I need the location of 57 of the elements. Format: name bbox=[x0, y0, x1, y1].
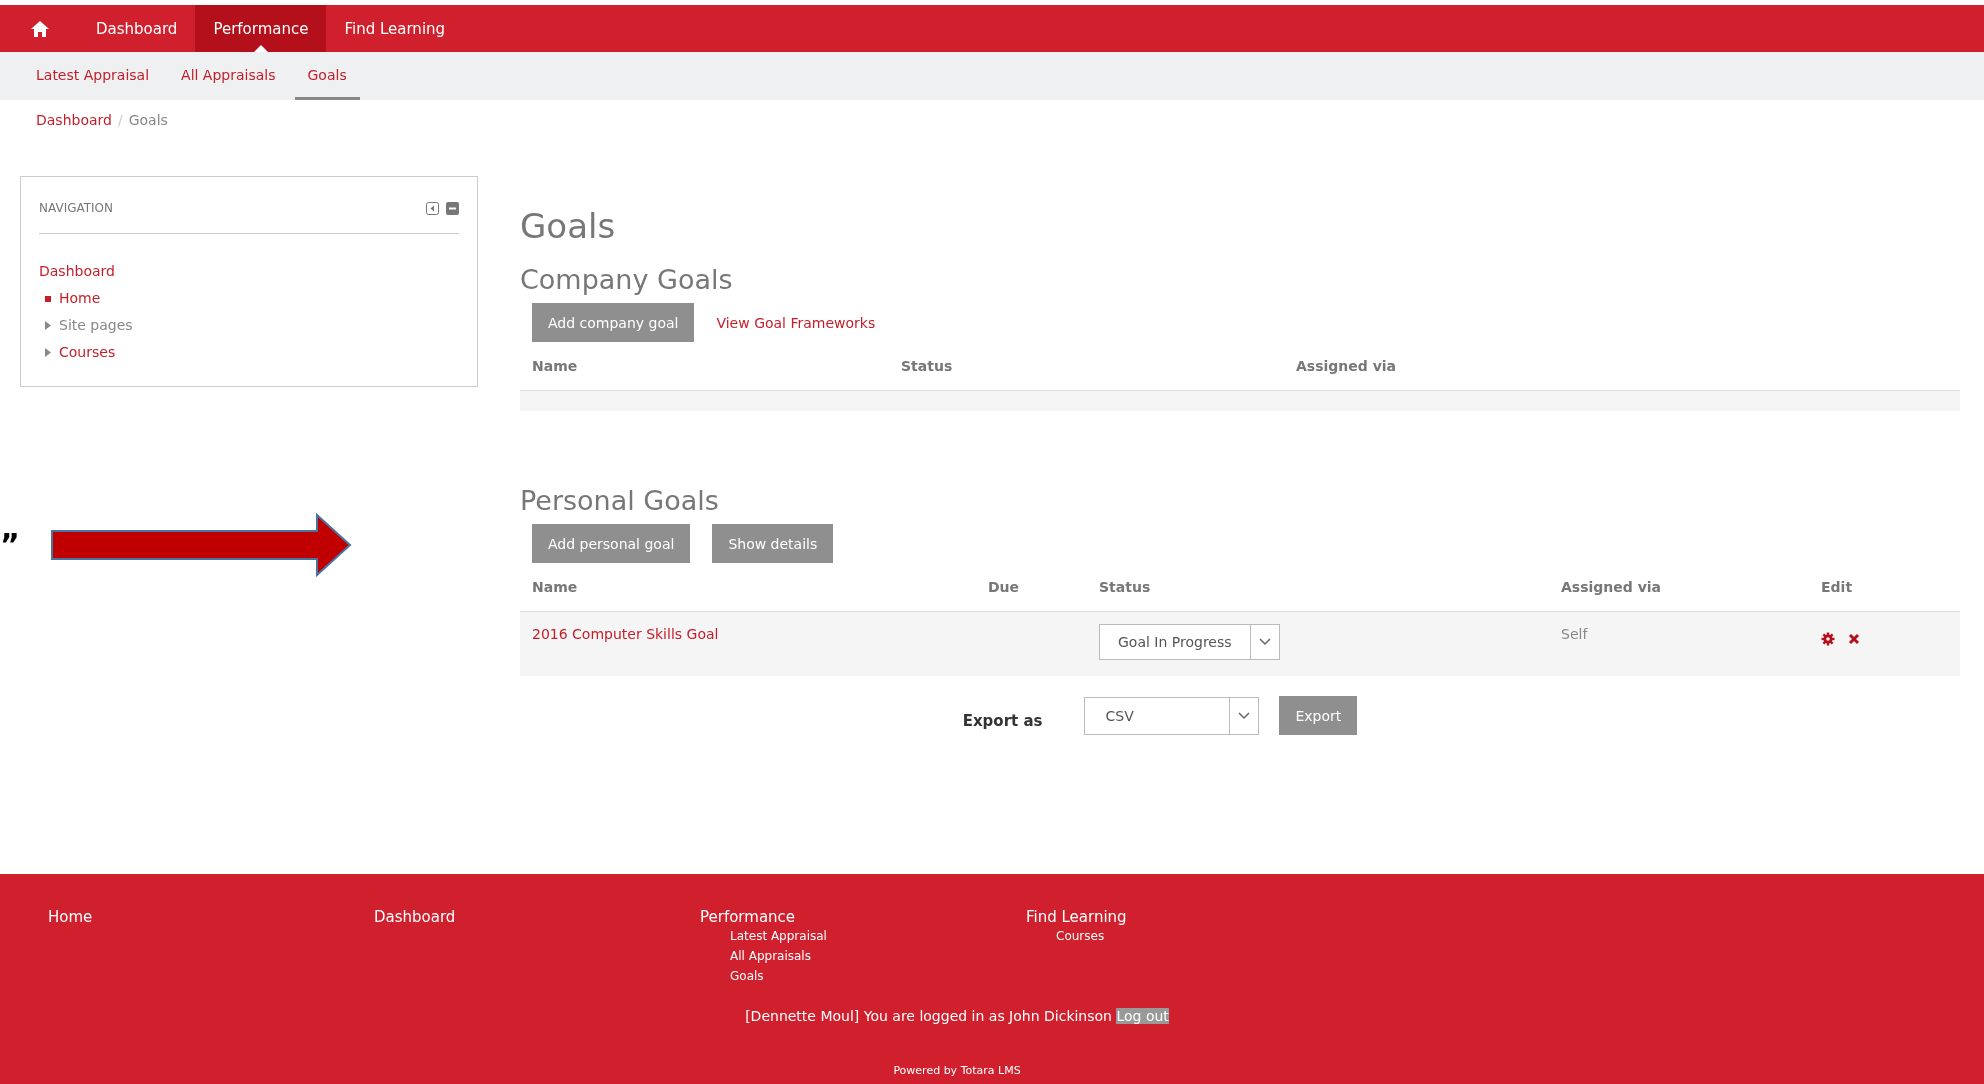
column-header: Assigned via bbox=[1561, 579, 1663, 595]
login-info: [Dennette Moul] You are logged in as John Dickinson bbox=[745, 1008, 1112, 1024]
export-label: Export as bbox=[962, 711, 1043, 730]
collapse-icon[interactable] bbox=[446, 201, 459, 215]
powered-by: Powered by Totara LMS bbox=[893, 1064, 1021, 1077]
settings-icon[interactable] bbox=[1821, 632, 1835, 646]
goal-link[interactable]: 2016 Computer Skills Goal bbox=[532, 626, 719, 642]
footer-sublink[interactable]: Goals bbox=[700, 966, 1026, 986]
nav-item[interactable]: Courses bbox=[59, 339, 116, 366]
home-icon[interactable] bbox=[30, 19, 50, 38]
subnav-tab[interactable]: All Appraisals bbox=[168, 52, 289, 100]
footer-link[interactable]: Find Learning bbox=[1026, 908, 1352, 926]
status-dropdown[interactable]: Goal In Progress bbox=[1099, 624, 1280, 660]
nav-tab[interactable]: Performance bbox=[195, 5, 327, 52]
bullet-icon bbox=[45, 295, 51, 302]
chevron-icon bbox=[1238, 711, 1251, 720]
nav-link[interactable]: Dashboard bbox=[39, 258, 115, 285]
footer-sublink[interactable]: Courses bbox=[1026, 926, 1352, 946]
format-dropdown[interactable]: CSV bbox=[1084, 696, 1260, 735]
action-button[interactable]: Add personal goal bbox=[532, 524, 691, 563]
subnav-tab[interactable]: Latest Appraisal bbox=[23, 52, 163, 100]
caret-right-icon[interactable] bbox=[45, 321, 51, 330]
section-title: Personal Goals bbox=[520, 485, 720, 516]
logout-link[interactable]: Log out bbox=[1116, 1008, 1169, 1024]
page-title: Goals bbox=[520, 206, 617, 246]
nav-tab[interactable]: Find Learning bbox=[326, 5, 464, 52]
column-header: Due bbox=[988, 579, 1021, 595]
assigned-via: Self bbox=[1561, 626, 1588, 642]
chevron-icon bbox=[1258, 638, 1271, 646]
quote-mark: ” bbox=[0, 530, 18, 560]
add-company-goal-button[interactable]: Add company goal bbox=[532, 303, 695, 342]
caret-right-icon[interactable] bbox=[45, 348, 51, 357]
column-header: Assigned via bbox=[1296, 358, 1398, 374]
breadcrumb-link[interactable]: Dashboard bbox=[36, 112, 112, 128]
breadcrumb-separator: / bbox=[117, 112, 123, 128]
footer-link[interactable]: Performance bbox=[700, 908, 1026, 926]
footer-sublink[interactable]: Latest Appraisal bbox=[700, 926, 1026, 946]
action-button[interactable]: Show details bbox=[712, 524, 834, 563]
nav-tab[interactable]: Dashboard bbox=[78, 5, 196, 52]
column-header: Status bbox=[901, 358, 954, 374]
column-header: Name bbox=[532, 358, 579, 374]
column-header: Edit bbox=[1821, 579, 1854, 595]
footer-sublink[interactable]: All Appraisals bbox=[700, 946, 1026, 966]
nav-item[interactable]: Site pages bbox=[59, 312, 133, 339]
block-title: NAVIGATION bbox=[39, 201, 114, 215]
column-header: Name bbox=[532, 579, 579, 595]
frameworks-link[interactable]: View Goal Frameworks bbox=[716, 314, 876, 331]
nav-item[interactable]: Home bbox=[59, 285, 101, 312]
section-title: Company Goals bbox=[520, 264, 734, 295]
footer-link[interactable]: Home bbox=[48, 908, 374, 926]
footer-link[interactable]: Dashboard bbox=[374, 908, 700, 926]
export-button[interactable]: Export bbox=[1279, 696, 1358, 735]
dock-icon[interactable] bbox=[426, 201, 439, 215]
delete-icon[interactable] bbox=[1847, 632, 1861, 646]
column-header: Status bbox=[1099, 579, 1152, 595]
breadcrumb-current: Goals bbox=[128, 112, 168, 128]
subnav-tab[interactable]: Goals bbox=[294, 52, 360, 100]
